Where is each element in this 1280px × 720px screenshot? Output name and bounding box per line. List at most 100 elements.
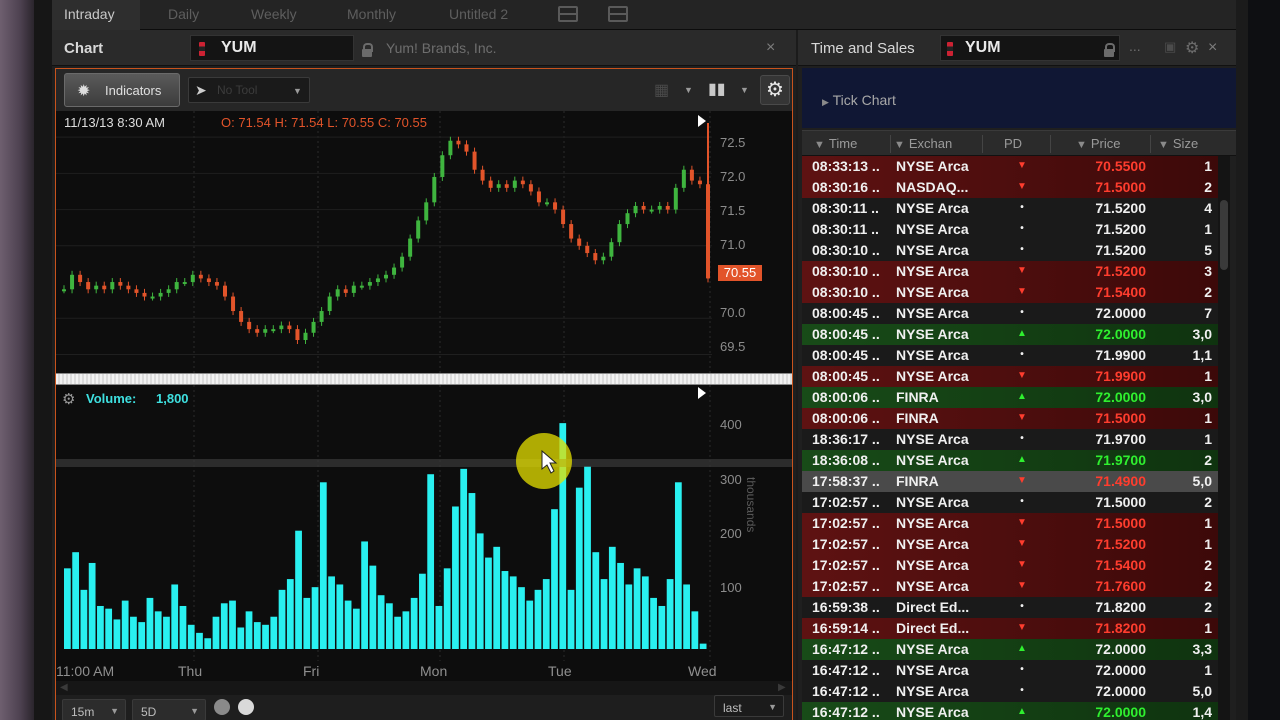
grid-layout-icon[interactable] <box>558 6 578 22</box>
column-pd[interactable]: PD <box>1004 136 1022 151</box>
ts-row[interactable]: 08:30:10 .. NYSE Arca ▼ 71.5200 3 <box>802 261 1220 282</box>
detach-icon[interactable]: ▣ <box>1164 39 1176 55</box>
volume-bar <box>501 571 509 649</box>
ts-row[interactable]: 17:02:57 .. NYSE Arca ▼ 71.5200 1 <box>802 534 1220 555</box>
tab-untitled-2[interactable]: Untitled 2 <box>449 6 508 22</box>
ts-row[interactable]: 08:00:45 .. NYSE Arca ▲ 72.0000 3,0 <box>802 324 1220 345</box>
ts-row-price: 71.5400 <box>1095 284 1146 300</box>
ts-row[interactable]: 08:00:06 .. FINRA ▼ 71.5000 1 <box>802 408 1220 429</box>
candle-body <box>311 321 316 333</box>
scroll-right-icon[interactable]: ▶ <box>778 682 786 693</box>
stacked-layout-icon[interactable] <box>608 6 628 22</box>
column-separator[interactable] <box>1050 135 1051 153</box>
chevron-down-icon[interactable]: ▼ <box>684 85 693 95</box>
ts-row[interactable]: 16:59:14 .. Direct Ed... ▼ 71.8200 1 <box>802 618 1220 639</box>
column-price[interactable]: ▼ Price <box>1076 136 1121 151</box>
tab-weekly[interactable]: Weekly <box>251 6 297 22</box>
ts-scrollbar[interactable] <box>1218 156 1230 720</box>
ts-row[interactable]: 16:47:12 .. NYSE Arca ▲ 72.0000 3,3 <box>802 639 1220 660</box>
more-options[interactable]: ... <box>1129 38 1141 54</box>
ts-row[interactable]: 17:02:57 .. NYSE Arca • 71.5000 2 <box>802 492 1220 513</box>
ts-row[interactable]: 17:58:37 .. FINRA ▼ 71.4900 5,0 <box>802 471 1220 492</box>
ts-row[interactable]: 08:00:06 .. FINRA ▲ 72.0000 3,0 <box>802 387 1220 408</box>
volume-bar <box>452 506 459 649</box>
chart-scrollbar[interactable]: ◀ ▶ <box>56 681 792 695</box>
tab-monthly[interactable]: Monthly <box>347 6 396 22</box>
ts-symbol-input-box[interactable]: YUM <box>940 35 1120 61</box>
tab-intraday[interactable]: Intraday <box>64 6 115 22</box>
column-separator[interactable] <box>1150 135 1151 153</box>
close-icon[interactable]: × <box>1208 39 1217 57</box>
gear-icon[interactable]: ⚙ <box>1185 38 1199 58</box>
ts-row[interactable]: 08:00:45 .. NYSE Arca • 72.0000 7 <box>802 303 1220 324</box>
ts-row[interactable]: 08:00:45 .. NYSE Arca • 71.9900 1,1 <box>802 345 1220 366</box>
candle-body <box>601 256 606 261</box>
symbol-input-box[interactable]: YUM <box>190 35 354 61</box>
chevron-down-icon: ▼ <box>293 86 302 96</box>
scroll-left-icon[interactable]: ◀ <box>60 682 68 693</box>
ts-row[interactable]: 08:30:10 .. NYSE Arca • 71.5200 5 <box>802 240 1220 261</box>
ts-row[interactable]: 08:00:45 .. NYSE Arca ▼ 71.9900 1 <box>802 366 1220 387</box>
ts-row[interactable]: 16:59:38 .. Direct Ed... • 71.8200 2 <box>802 597 1220 618</box>
candle-body <box>367 282 372 286</box>
tick-chart-section[interactable]: ▶ Tick Chart <box>802 68 1236 128</box>
column-exchange[interactable]: ▼ Exchan <box>894 136 952 151</box>
chevron-down-icon[interactable]: ▼ <box>740 85 749 95</box>
link-flag-icon[interactable] <box>199 42 205 56</box>
ts-row[interactable]: 08:33:13 .. NYSE Arca ▼ 70.5500 1 <box>802 156 1220 177</box>
ts-row[interactable]: 17:02:57 .. NYSE Arca ▼ 71.5400 2 <box>802 555 1220 576</box>
ts-row[interactable]: 16:47:12 .. NYSE Arca ▲ 72.0000 1,4 <box>802 702 1220 720</box>
crosshair-icon[interactable]: ▦ <box>654 80 669 100</box>
chart-style-icon[interactable]: ▮▮ <box>708 79 726 99</box>
ts-row[interactable]: 08:30:11 .. NYSE Arca • 71.5200 4 <box>802 198 1220 219</box>
lock-icon[interactable] <box>1104 43 1115 57</box>
zoom-in-icon[interactable] <box>214 699 230 715</box>
ts-row-exchange: NYSE Arca <box>896 515 969 531</box>
column-size[interactable]: ▼ Size <box>1158 136 1198 151</box>
chevron-down-icon: ▼ <box>190 706 199 716</box>
tick-chart-toggle[interactable]: ▶ Tick Chart <box>822 92 896 108</box>
ts-row[interactable]: 08:30:10 .. NYSE Arca ▼ 71.5400 2 <box>802 282 1220 303</box>
volume-settings-gear-icon[interactable]: ⚙ <box>62 390 75 408</box>
ts-row[interactable]: 17:02:57 .. NYSE Arca ▼ 71.5000 1 <box>802 513 1220 534</box>
tab-daily[interactable]: Daily <box>168 6 199 22</box>
ts-row[interactable]: 08:30:16 .. NASDAQ... ▼ 71.5000 2 <box>802 177 1220 198</box>
ts-title: Time and Sales <box>811 40 915 57</box>
zoom-slider-handle[interactable] <box>238 699 254 715</box>
time-tick-label: Fri <box>303 663 320 679</box>
ts-row[interactable]: 08:30:11 .. NYSE Arca • 71.5200 1 <box>802 219 1220 240</box>
pane-divider[interactable] <box>56 373 792 385</box>
ts-row-exchange: NYSE Arca <box>896 536 969 552</box>
chart-symbol[interactable]: YUM <box>221 39 257 57</box>
ts-row-time: 18:36:17 .. <box>812 431 880 447</box>
ts-table-body[interactable]: 08:33:13 .. NYSE Arca ▼ 70.5500 1 08:30:16 ..… <box>802 156 1236 720</box>
interval-select[interactable]: 15m ▼ <box>62 699 126 720</box>
lock-icon[interactable] <box>362 43 373 57</box>
ts-row-time: 16:47:12 .. <box>812 662 880 678</box>
ts-symbol[interactable]: YUM <box>965 39 1001 57</box>
drawing-tool-select[interactable]: ➤ No Tool ▼ <box>188 77 310 103</box>
column-separator[interactable] <box>890 135 891 153</box>
volume-bar <box>72 552 80 649</box>
link-flag-icon[interactable] <box>947 42 953 56</box>
column-separator[interactable] <box>982 135 983 153</box>
candle-body <box>625 213 630 225</box>
volume-bar <box>80 589 88 649</box>
ts-row[interactable]: 16:47:12 .. NYSE Arca • 72.0000 1 <box>802 660 1220 681</box>
price-pane[interactable]: 11/13/13 8:30 AM O: 71.54 H: 71.54 L: 70… <box>56 111 792 373</box>
column-time[interactable]: ▼ Time <box>814 136 857 151</box>
ts-row[interactable]: 16:47:12 .. NYSE Arca • 72.0000 5,0 <box>802 681 1220 702</box>
ts-row-size: 2 <box>1204 578 1212 594</box>
ts-scroll-thumb[interactable] <box>1220 200 1228 270</box>
time-axis[interactable]: 11:00 AM Thu Fri Mon Tue Wed <box>56 661 792 681</box>
chart-settings-gear-icon[interactable]: ⚙ <box>760 75 790 105</box>
ts-row[interactable]: 18:36:17 .. NYSE Arca • 71.9700 1 <box>802 429 1220 450</box>
ts-row[interactable]: 18:36:08 .. NYSE Arca ▲ 71.9700 2 <box>802 450 1220 471</box>
indicators-button[interactable]: ✹ Indicators <box>64 73 180 107</box>
ts-row[interactable]: 17:02:57 .. NYSE Arca ▼ 71.7600 2 <box>802 576 1220 597</box>
price-type-select[interactable]: last ▼ <box>714 695 784 717</box>
volume-pane[interactable]: ⚙ Volume: 1,800 400 300 200 100 thousand… <box>56 385 792 661</box>
period-select[interactable]: 5D ▼ <box>132 699 206 720</box>
close-icon[interactable]: × <box>766 39 775 57</box>
ts-row-exchange: NYSE Arca <box>896 221 969 237</box>
